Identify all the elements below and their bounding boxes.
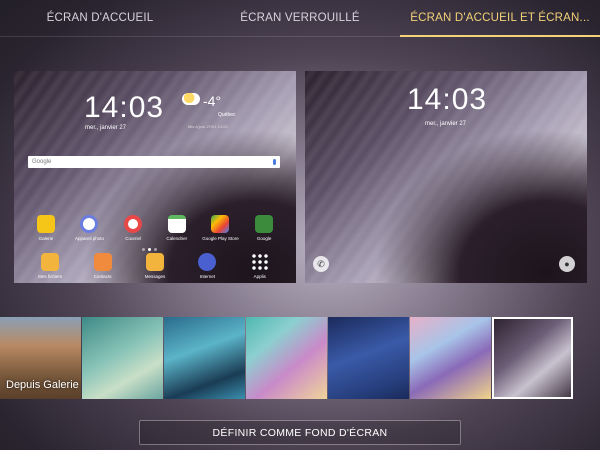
camera-app-icon — [80, 215, 99, 233]
wallpaper-thumb-6[interactable] — [410, 317, 491, 399]
phone-icon: ✆ — [313, 256, 329, 272]
from-gallery-label: Depuis Galerie — [6, 379, 79, 391]
page-indicator — [142, 248, 157, 251]
wallpaper-thumb-4[interactable] — [246, 317, 327, 399]
app-calendar: Calendrier — [157, 215, 197, 241]
app-label: Messages — [144, 274, 166, 279]
app-camera: Appareil photo — [69, 215, 109, 241]
lock-clock: 14:03 — [407, 83, 488, 116]
wallpaper-thumb-7-selected[interactable] — [492, 317, 573, 399]
app-label: Applis — [253, 274, 266, 279]
app-label: Mes fichiers — [38, 274, 63, 279]
partly-cloudy-icon — [182, 93, 200, 105]
lock-date: mer., janvier 27 — [425, 121, 467, 127]
app-gallery: Galerie — [26, 215, 66, 241]
page-dot — [142, 248, 145, 251]
wallpaper-thumb-gallery[interactable]: Depuis Galerie — [0, 317, 81, 399]
app-contacts: Contacts — [83, 253, 123, 279]
tab-home-screen[interactable]: ÉCRAN D'ACCUEIL — [0, 0, 200, 37]
home-clock: 14:03 — [84, 91, 165, 124]
camera-icon: ● — [559, 256, 575, 272]
app-label: Google — [256, 236, 272, 241]
wallpaper-thumb-2[interactable] — [82, 317, 163, 399]
tab-home-and-lock-screen[interactable]: ÉCRAN D'ACCUEIL ET ÉCRAN... — [400, 0, 600, 37]
wallpaper-thumb-5[interactable] — [328, 317, 409, 399]
google-folder-icon — [255, 215, 274, 233]
app-google: Google — [244, 215, 284, 241]
weather-updated: Mis à jour 27/01 14:02 — [188, 124, 228, 129]
app-label: Galerie — [38, 236, 54, 241]
app-messages: Messages — [135, 253, 175, 279]
page-dot — [154, 248, 157, 251]
set-as-wallpaper-button[interactable]: DÉFINIR COMME FOND D'ÉCRAN — [139, 420, 461, 445]
app-label: Google Play Store — [202, 236, 239, 241]
app-internet: Internet — [187, 253, 227, 279]
tab-bar: ÉCRAN D'ACCUEIL ÉCRAN VERROUILLÉ ÉCRAN D… — [0, 0, 600, 37]
internet-icon — [198, 253, 217, 271]
app-label: Appareil photo — [74, 236, 104, 241]
wallpaper-thumb-3[interactable] — [164, 317, 245, 399]
messages-icon — [145, 253, 164, 271]
app-label: Internet — [199, 274, 215, 279]
google-logo: Google — [32, 159, 52, 165]
mic-icon — [273, 159, 276, 165]
app-row-2: Mes fichiers Contacts Messages Internet … — [14, 253, 296, 279]
app-label: Courriel — [125, 236, 142, 241]
home-date: mer., janvier 27 — [85, 125, 127, 131]
contacts-icon — [93, 253, 112, 271]
app-label: Contacts — [93, 274, 112, 279]
app-email: Courriel — [113, 215, 153, 241]
weather-city: Québec — [218, 112, 236, 118]
wallpaper-thumbnails: Depuis Galerie — [0, 317, 574, 399]
tab-lock-screen[interactable]: ÉCRAN VERROUILLÉ — [200, 0, 400, 37]
apps-grid-icon — [250, 253, 269, 271]
email-icon — [124, 215, 143, 233]
page-dot-current — [148, 248, 151, 251]
app-row-1: Galerie Appareil photo Courriel Calendri… — [14, 215, 296, 241]
weather-widget: -4° — [182, 93, 221, 109]
app-label: Calendrier — [166, 236, 188, 241]
lock-screen-preview: 14:03 mer., janvier 27 ✆ ● — [305, 71, 587, 283]
calendar-icon — [167, 215, 186, 233]
play-store-icon — [211, 215, 230, 233]
weather-temp: -4° — [203, 93, 222, 109]
gallery-icon — [36, 215, 55, 233]
app-play-store: Google Play Store — [200, 215, 240, 241]
folder-icon — [41, 253, 60, 271]
app-apps: Applis — [240, 253, 280, 279]
google-search-bar: Google — [28, 156, 280, 168]
home-screen-preview: 14:03 mer., janvier 27 -4° Québec Mis à … — [14, 71, 296, 283]
app-my-files: Mes fichiers — [30, 253, 70, 279]
